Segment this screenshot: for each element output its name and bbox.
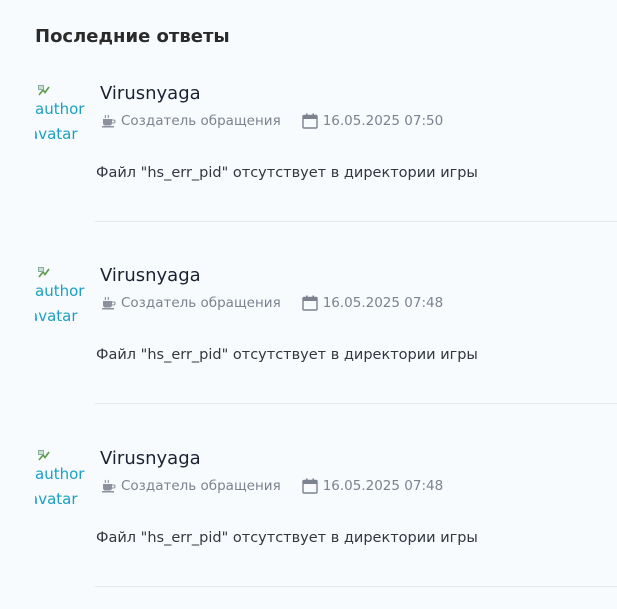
avatar-alt-text: author avatar — [35, 282, 85, 325]
reply-text: Файл "hs_err_pid" отсутствует в директор… — [96, 530, 478, 546]
coffee-cup-icon — [102, 479, 116, 493]
broken-image-icon — [38, 267, 50, 278]
author-role: Создатель обращения — [121, 478, 281, 494]
author-name[interactable]: Virusnyaga — [100, 265, 201, 286]
reply-text: Файл "hs_err_pid" отсутствует в директор… — [96, 347, 478, 363]
author-name[interactable]: Virusnyaga — [100, 448, 201, 469]
reply-meta: Создатель обращения 16.05.2025 07:48 — [101, 295, 443, 311]
divider — [95, 403, 617, 404]
reply-item: author avatar Virusnyaga Создатель обращ… — [0, 255, 617, 438]
coffee-cup-icon — [102, 296, 116, 310]
reply-item: author avatar Virusnyaga Создатель обращ… — [0, 73, 617, 256]
divider — [95, 221, 617, 222]
author-avatar[interactable]: author avatar — [35, 450, 87, 514]
author-avatar[interactable]: author avatar — [35, 85, 87, 149]
divider — [95, 586, 617, 587]
reply-datetime: 16.05.2025 07:48 — [322, 295, 444, 311]
reply-meta: Создатель обращения 16.05.2025 07:50 — [101, 113, 443, 129]
reply-text: Файл "hs_err_pid" отсутствует в директор… — [96, 165, 478, 181]
reply-datetime: 16.05.2025 07:48 — [322, 478, 444, 494]
avatar-alt-text: author avatar — [35, 465, 85, 508]
avatar-alt-text: author avatar — [35, 100, 85, 143]
author-role: Создатель обращения — [121, 295, 281, 311]
broken-image-icon — [38, 450, 50, 461]
author-avatar[interactable]: author avatar — [35, 267, 87, 331]
reply-datetime: 16.05.2025 07:50 — [322, 113, 444, 129]
calendar-icon — [301, 113, 318, 129]
reply-item: author avatar Virusnyaga Создатель обращ… — [0, 438, 617, 609]
section-title: Последние ответы — [35, 26, 230, 47]
latest-replies-panel: Последние ответы author avatar Virusnyag… — [0, 0, 617, 609]
reply-meta: Создатель обращения 16.05.2025 07:48 — [101, 478, 443, 494]
broken-image-icon — [38, 85, 50, 96]
author-name[interactable]: Virusnyaga — [100, 83, 201, 104]
author-role: Создатель обращения — [121, 113, 281, 129]
coffee-cup-icon — [102, 114, 116, 128]
calendar-icon — [301, 295, 318, 311]
calendar-icon — [301, 478, 318, 494]
